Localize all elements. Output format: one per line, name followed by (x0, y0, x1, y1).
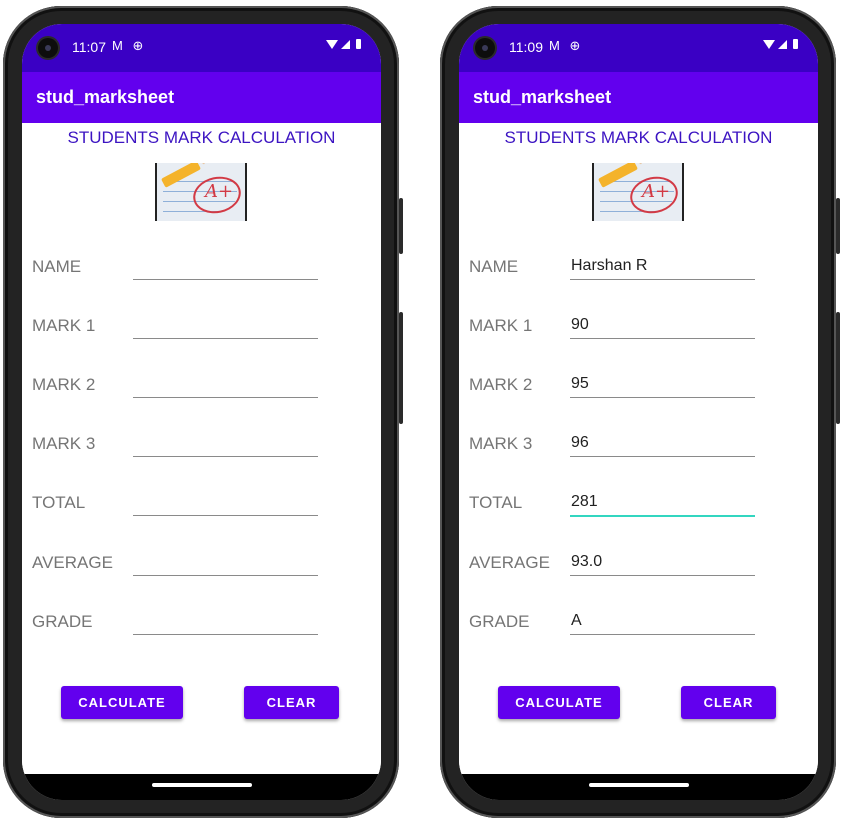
clear-button[interactable]: CLEAR (681, 686, 776, 719)
status-time: 11:07 (72, 39, 106, 55)
mark2-field[interactable]: 95 (570, 371, 755, 398)
grade-label: GRADE (32, 612, 93, 631)
name-row: NAME (22, 247, 381, 287)
pencil-icon (160, 163, 209, 188)
notification-icons: M ⊕ (112, 38, 147, 53)
grade-image: A+ (155, 163, 247, 221)
navigation-bar (22, 774, 381, 800)
mark1-field[interactable] (133, 312, 318, 339)
mark1-field[interactable]: 90 (570, 312, 755, 339)
system-icons (326, 39, 361, 49)
total-field[interactable] (133, 489, 318, 516)
page-heading: STUDENTS MARK CALCULATION (504, 128, 773, 147)
volume-button (836, 312, 840, 424)
name-field[interactable] (133, 253, 318, 280)
name-row: NAME Harshan R (459, 247, 818, 287)
form-content: STUDENTS MARK CALCULATION A+ NAME Harsha… (459, 123, 818, 774)
clear-button[interactable]: CLEAR (244, 686, 339, 719)
mark2-row: MARK 2 95 (459, 365, 818, 405)
average-row: AVERAGE (22, 543, 381, 583)
page-heading: STUDENTS MARK CALCULATION (67, 128, 336, 147)
total-label: TOTAL (469, 493, 523, 512)
name-field[interactable]: Harshan R (570, 253, 755, 280)
status-bar: 11:09 M ⊕ (459, 24, 818, 72)
mark2-label: MARK 2 (469, 375, 533, 394)
a-plus-icon: A+ (205, 181, 234, 202)
mark3-label: MARK 3 (32, 434, 96, 453)
home-handle[interactable] (589, 783, 689, 787)
mark1-label: MARK 1 (32, 316, 96, 335)
status-time: 11:09 (509, 39, 543, 55)
mark1-row: MARK 1 90 (459, 306, 818, 346)
name-label: NAME (469, 257, 519, 276)
grade-row: GRADE A (459, 602, 818, 642)
a-plus-icon: A+ (642, 181, 671, 202)
average-row: AVERAGE 93.0 (459, 543, 818, 583)
phone-right: 11:09 M ⊕ stud_marksheet STUDENTS MARK C… (440, 6, 840, 818)
camera-icon (475, 38, 495, 58)
power-button (399, 198, 403, 254)
grade-row: GRADE (22, 602, 381, 642)
grade-image: A+ (592, 163, 684, 221)
phone-screen: 11:07 M ⊕ stud_marksheet STUDENTS MARK C… (22, 24, 381, 800)
status-bar: 11:07 M ⊕ (22, 24, 381, 72)
mark1-label: MARK 1 (469, 316, 533, 335)
total-label: TOTAL (32, 493, 86, 512)
mark2-label: MARK 2 (32, 375, 96, 394)
system-icons (763, 39, 798, 49)
app-title: stud_marksheet (473, 87, 612, 107)
total-field[interactable]: 281 (570, 489, 755, 517)
home-handle[interactable] (152, 783, 252, 787)
total-row: TOTAL (22, 483, 381, 523)
average-label: AVERAGE (32, 553, 113, 572)
grade-field[interactable] (133, 608, 318, 635)
calculate-button[interactable]: CALCULATE (61, 686, 183, 719)
app-title: stud_marksheet (36, 87, 175, 107)
mark2-field[interactable] (133, 371, 318, 398)
grade-label: GRADE (469, 612, 530, 631)
mark3-row: MARK 3 (22, 424, 381, 464)
app-bar: stud_marksheet (22, 72, 381, 123)
total-row: TOTAL 281 (459, 483, 818, 523)
wifi-icon (763, 39, 775, 49)
battery-icon (356, 39, 361, 49)
power-button (836, 198, 840, 254)
pencil-icon (597, 163, 646, 188)
notification-icons: M ⊕ (549, 38, 584, 53)
average-field[interactable] (133, 549, 318, 576)
name-label: NAME (32, 257, 82, 276)
mark3-field[interactable] (133, 430, 318, 457)
phone-screen: 11:09 M ⊕ stud_marksheet STUDENTS MARK C… (459, 24, 818, 800)
mark2-row: MARK 2 (22, 365, 381, 405)
form-content: STUDENTS MARK CALCULATION A+ NAME MARK 1… (22, 123, 381, 774)
mark1-row: MARK 1 (22, 306, 381, 346)
mark3-row: MARK 3 96 (459, 424, 818, 464)
camera-icon (38, 38, 58, 58)
signal-icon (341, 39, 350, 49)
average-label: AVERAGE (469, 553, 550, 572)
battery-icon (793, 39, 798, 49)
signal-icon (778, 39, 787, 49)
volume-button (399, 312, 403, 424)
wifi-icon (326, 39, 338, 49)
mark3-field[interactable]: 96 (570, 430, 755, 457)
mark3-label: MARK 3 (469, 434, 533, 453)
navigation-bar (459, 774, 818, 800)
phone-left: 11:07 M ⊕ stud_marksheet STUDENTS MARK C… (3, 6, 403, 818)
average-field[interactable]: 93.0 (570, 549, 755, 576)
calculate-button[interactable]: CALCULATE (498, 686, 620, 719)
app-bar: stud_marksheet (459, 72, 818, 123)
grade-field[interactable]: A (570, 608, 755, 635)
